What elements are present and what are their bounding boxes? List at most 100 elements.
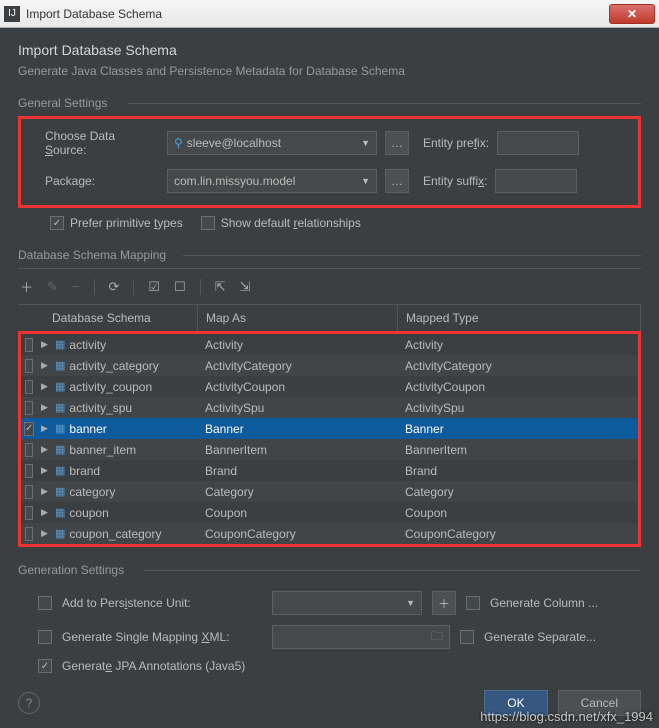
- gen-column-label: Generate Column ...: [490, 596, 598, 610]
- map-as-value: Category: [201, 485, 401, 499]
- table-row[interactable]: ▶▦couponCouponCoupon: [21, 502, 638, 523]
- general-options-row: Prefer primitive types Show default rela…: [18, 216, 641, 230]
- row-checkbox[interactable]: [24, 422, 34, 436]
- table-row[interactable]: ▶▦coupon_categoryCouponCategoryCouponCat…: [21, 523, 638, 544]
- add-persistence-label: Add to Persistence Unit:: [62, 596, 262, 610]
- schema-name: activity_category: [69, 359, 158, 373]
- jpa-annotations-checkbox[interactable]: [38, 659, 52, 673]
- row-checkbox[interactable]: [25, 485, 33, 499]
- entity-suffix-input[interactable]: [495, 169, 577, 193]
- jpa-annotations-label: Generate JPA Annotations (Java5): [62, 659, 245, 673]
- gen-column-checkbox[interactable]: [466, 596, 480, 610]
- table-icon: ▦: [55, 485, 65, 498]
- package-value: com.lin.missyou.model: [174, 174, 295, 188]
- persistence-unit-combo[interactable]: ▼: [272, 591, 422, 615]
- dialog-subtitle: Generate Java Classes and Persistence Me…: [18, 64, 641, 78]
- th-mapas: Map As: [198, 305, 398, 331]
- mapping-table-header: Database Schema Map As Mapped Type: [18, 305, 641, 332]
- table-icon: ▦: [55, 506, 65, 519]
- expand-arrow-icon[interactable]: ▶: [37, 402, 51, 413]
- expand-arrow-icon[interactable]: ▶: [37, 507, 51, 518]
- window-titlebar: IJ Import Database Schema ✕: [0, 0, 659, 28]
- expand-arrow-icon[interactable]: ▶: [37, 528, 51, 539]
- row-checkbox[interactable]: [25, 338, 33, 352]
- collapse-icon[interactable]: ⇲: [240, 279, 251, 295]
- row-checkbox[interactable]: [25, 401, 33, 415]
- package-browse-button[interactable]: …: [385, 169, 409, 193]
- table-row[interactable]: ▶▦bannerBannerBanner: [21, 418, 638, 439]
- table-row[interactable]: ▶▦activity_categoryActivityCategoryActiv…: [21, 355, 638, 376]
- chevron-down-icon: ▼: [406, 598, 415, 608]
- show-default-rel-label: Show default relationships: [221, 216, 361, 230]
- map-as-value: Brand: [201, 464, 401, 478]
- gen-separate-label: Generate Separate...: [484, 630, 596, 644]
- entity-suffix-label: Entity suffix:: [423, 174, 487, 188]
- prefer-primitive-checkbox[interactable]: [50, 216, 64, 230]
- table-row[interactable]: ▶ ▦ brand BrandBrand: [21, 460, 638, 481]
- row-checkbox[interactable]: [25, 380, 33, 394]
- map-as-value: Banner: [201, 422, 401, 436]
- dialog-title: Import Database Schema: [18, 42, 641, 58]
- window-close-button[interactable]: ✕: [609, 4, 655, 24]
- edit-icon: ✎: [47, 279, 58, 295]
- row-checkbox[interactable]: [25, 527, 33, 541]
- general-settings-highlight: Choose Data Source: ⚲ sleeve@localhost ▼…: [18, 116, 641, 208]
- table-icon: ▦: [55, 380, 65, 393]
- table-row[interactable]: ▶▦categoryCategoryCategory: [21, 481, 638, 502]
- add-persistence-unit-button[interactable]: ＋: [432, 591, 456, 615]
- mapped-type-value: ActivityCoupon: [401, 380, 638, 394]
- map-as-value: Activity: [201, 338, 401, 352]
- mapped-type-value: Brand: [401, 464, 638, 478]
- row-checkbox[interactable]: [25, 443, 33, 457]
- refresh-icon[interactable]: ⟳: [109, 279, 120, 295]
- table-icon: ▦: [55, 464, 65, 477]
- row-checkbox[interactable]: [25, 464, 33, 478]
- schema-mapping-section: Database Schema Mapping: [18, 248, 641, 262]
- expand-arrow-icon[interactable]: ▶: [37, 465, 51, 476]
- schema-name: brand: [69, 464, 100, 478]
- table-icon: ▦: [55, 359, 65, 372]
- row-checkbox[interactable]: [25, 506, 33, 520]
- mapping-table-body: ▶▦activityActivityActivity▶▦activity_cat…: [21, 334, 638, 544]
- help-button[interactable]: ?: [18, 692, 40, 714]
- schema-name: coupon_category: [69, 527, 161, 541]
- table-row[interactable]: ▶▦banner_itemBannerItemBannerItem: [21, 439, 638, 460]
- row-checkbox[interactable]: [25, 359, 33, 373]
- deselect-all-icon[interactable]: ☐: [174, 279, 186, 295]
- window-title: Import Database Schema: [26, 7, 162, 21]
- expand-arrow-icon[interactable]: ▶: [37, 423, 51, 434]
- expand-icon[interactable]: ⇱: [215, 279, 226, 295]
- single-mapping-checkbox[interactable]: [38, 630, 52, 644]
- expand-arrow-icon[interactable]: ▶: [37, 486, 51, 497]
- select-all-icon[interactable]: ☑: [148, 279, 160, 295]
- package-combo[interactable]: com.lin.missyou.model ▼: [167, 169, 377, 193]
- map-as-value: BannerItem: [201, 443, 401, 457]
- expand-arrow-icon[interactable]: ▶: [37, 381, 51, 392]
- table-row[interactable]: ▶▦activity_spuActivitySpuActivitySpu: [21, 397, 638, 418]
- expand-arrow-icon[interactable]: ▶: [37, 339, 51, 350]
- data-source-combo[interactable]: ⚲ sleeve@localhost ▼: [167, 131, 377, 155]
- add-persistence-checkbox[interactable]: [38, 596, 52, 610]
- schema-name: banner_item: [69, 443, 136, 457]
- entity-prefix-input[interactable]: [497, 131, 579, 155]
- table-icon: ▦: [55, 443, 65, 456]
- show-default-rel-checkbox[interactable]: [201, 216, 215, 230]
- mapped-type-value: Coupon: [401, 506, 638, 520]
- single-mapping-input[interactable]: 🗀: [272, 625, 450, 649]
- table-icon: ▦: [55, 422, 65, 435]
- gen-separate-checkbox[interactable]: [460, 630, 474, 644]
- map-as-value: ActivitySpu: [201, 401, 401, 415]
- add-icon[interactable]: ＋: [20, 277, 33, 296]
- mapped-type-value: CouponCategory: [401, 527, 638, 541]
- mapping-table-highlight: ▶▦activityActivityActivity▶▦activity_cat…: [18, 331, 641, 547]
- data-source-browse-button[interactable]: …: [385, 131, 409, 155]
- schema-name: activity: [69, 338, 106, 352]
- package-label: Package:: [29, 174, 159, 188]
- table-row[interactable]: ▶▦activityActivityActivity: [21, 334, 638, 355]
- map-as-value: ActivityCategory: [201, 359, 401, 373]
- general-settings-section: General Settings: [18, 96, 641, 110]
- expand-arrow-icon[interactable]: ▶: [37, 444, 51, 455]
- mapped-type-value: Category: [401, 485, 638, 499]
- expand-arrow-icon[interactable]: ▶: [37, 360, 51, 371]
- table-row[interactable]: ▶▦activity_couponActivityCouponActivityC…: [21, 376, 638, 397]
